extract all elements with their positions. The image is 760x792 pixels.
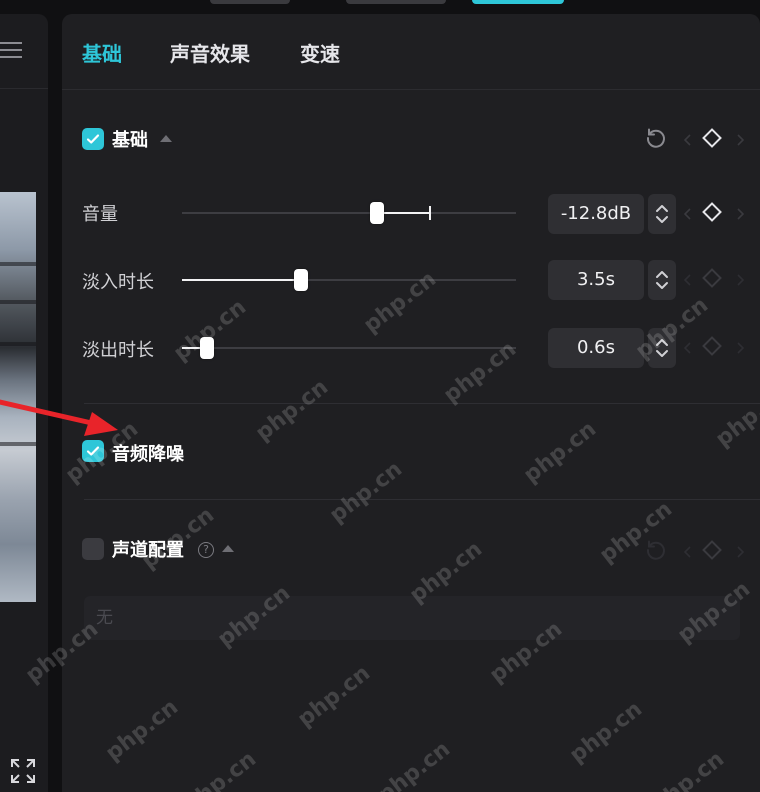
chevron-up-down-icon	[656, 205, 668, 223]
basic-keyframe-group	[684, 128, 744, 152]
tab-speed[interactable]: 变速	[300, 38, 340, 67]
fade-in-keyframe-group	[684, 268, 744, 292]
volume-label: 音量	[82, 204, 118, 225]
channel-config-title: 声道配置	[112, 540, 184, 561]
prev-keyframe-icon	[684, 342, 691, 354]
keyframe-diamond-icon[interactable]	[702, 128, 722, 148]
collapse-caret-icon[interactable]	[160, 135, 172, 142]
keyframe-diamond-icon	[702, 336, 722, 356]
fullscreen-icon[interactable]	[10, 758, 36, 784]
fade-in-stepper[interactable]	[648, 260, 676, 300]
top-tab-stub-3	[472, 0, 564, 4]
reset-icon	[644, 538, 668, 562]
top-tab-stub-1	[210, 0, 290, 4]
channel-config-checkbox[interactable]	[82, 538, 104, 560]
next-keyframe-icon[interactable]	[736, 134, 744, 146]
next-keyframe-icon[interactable]	[736, 208, 744, 220]
basic-section-checkbox[interactable]	[82, 128, 104, 150]
keyframe-diamond-icon	[702, 540, 722, 560]
fade-out-value-field[interactable]: 0.6s	[548, 328, 644, 368]
prev-keyframe-icon	[684, 546, 691, 558]
volume-slider[interactable]	[182, 202, 516, 224]
preview-divider	[0, 88, 48, 89]
collapse-caret-icon[interactable]	[222, 545, 234, 552]
section-divider	[84, 499, 760, 500]
prev-keyframe-icon[interactable]	[684, 134, 692, 146]
next-keyframe-icon	[737, 546, 744, 558]
fade-in-value-field[interactable]: 3.5s	[548, 260, 644, 300]
chevron-up-down-icon	[656, 271, 668, 289]
fade-in-label: 淡入时长	[82, 272, 154, 293]
fade-in-slider[interactable]	[182, 269, 516, 291]
channel-dropdown[interactable]: 无	[84, 596, 740, 640]
menu-icon[interactable]	[0, 42, 22, 60]
help-icon[interactable]: ?	[198, 542, 214, 558]
fade-out-slider-thumb[interactable]	[200, 337, 215, 359]
fade-out-keyframe-group	[684, 336, 744, 360]
fade-out-label: 淡出时长	[82, 340, 154, 361]
prev-keyframe-icon[interactable]	[684, 208, 692, 220]
top-tab-stub-2	[346, 0, 446, 4]
tab-bar: 基础 声音效果 变速	[62, 14, 760, 90]
chevron-up-down-icon	[656, 339, 668, 357]
volume-stepper[interactable]	[648, 194, 676, 234]
check-icon	[86, 446, 100, 456]
fade-out-slider[interactable]	[182, 337, 516, 359]
next-keyframe-icon	[737, 342, 744, 354]
volume-slider-thumb[interactable]	[370, 202, 385, 224]
volume-value-field[interactable]: -12.8dB	[548, 194, 644, 234]
keyframe-diamond-icon[interactable]	[702, 202, 722, 222]
reset-icon[interactable]	[644, 126, 668, 150]
fade-in-slider-thumb[interactable]	[293, 269, 308, 291]
volume-keyframe-group	[684, 202, 744, 226]
tab-basic[interactable]: 基础	[82, 38, 122, 67]
volume-default-marker	[429, 206, 432, 220]
fade-out-stepper[interactable]	[648, 328, 676, 368]
basic-section-title: 基础	[112, 130, 148, 151]
tab-sound-effects[interactable]: 声音效果	[170, 38, 250, 67]
next-keyframe-icon	[737, 274, 744, 286]
channel-keyframe-group	[684, 540, 744, 564]
section-divider	[84, 403, 760, 404]
audio-properties-panel: 基础 声音效果 变速 基础 音量 -12.8dB 淡入时长 3.5s 淡出时长 …	[62, 14, 760, 792]
prev-keyframe-icon	[684, 274, 691, 286]
check-icon	[86, 134, 100, 144]
keyframe-diamond-icon	[702, 268, 722, 288]
annotation-arrow	[0, 399, 118, 436]
